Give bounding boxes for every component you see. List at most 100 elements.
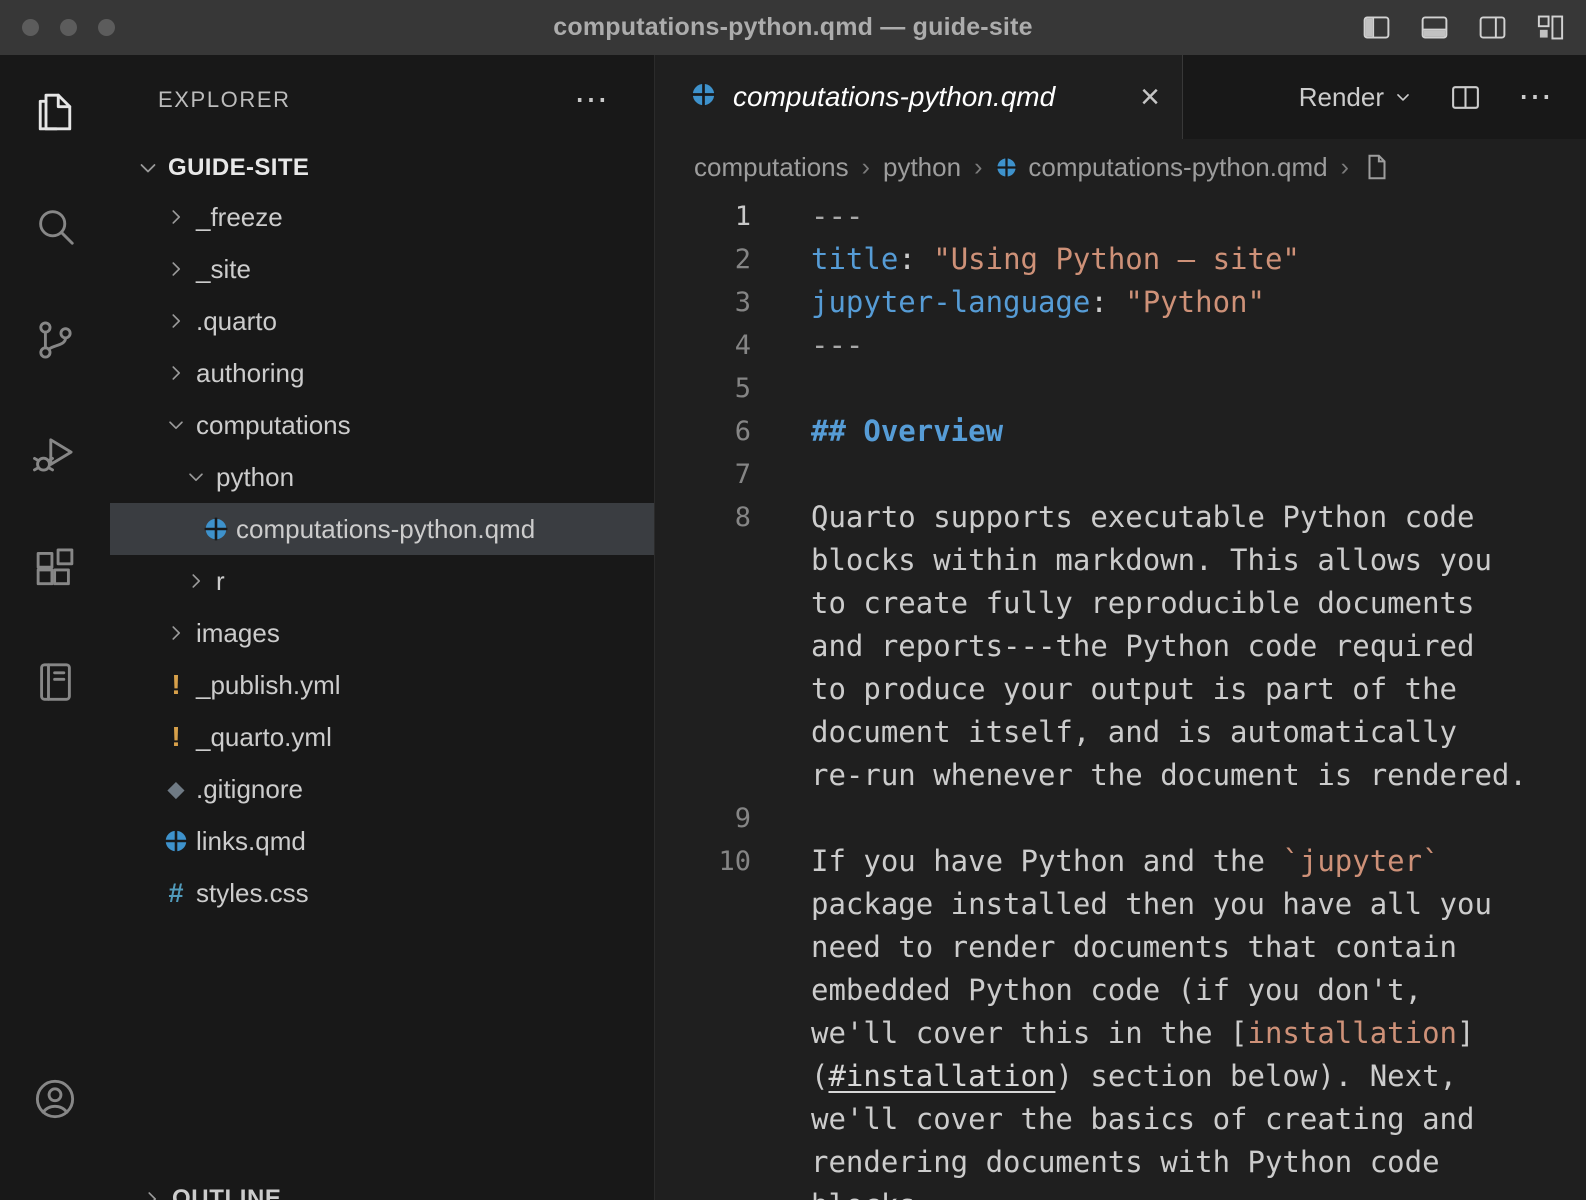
outline-section-header[interactable]: OUTLINE [110,1176,282,1200]
render-label: Render [1299,82,1384,113]
code-row[interactable]: rendering documents with Python code [656,1141,1586,1184]
minimize-window-button[interactable] [60,19,77,36]
source-control-icon[interactable] [32,317,78,363]
line-number[interactable] [656,969,751,1012]
tree-file-_quarto.yml[interactable]: !_quarto.yml [110,711,654,763]
line-number[interactable]: 5 [656,367,751,410]
code-row[interactable]: (#installation) section below). Next, [656,1055,1586,1098]
tree-file-.gitignore[interactable]: ◆.gitignore [110,763,654,815]
code-row[interactable]: blocks within markdown. This allows you [656,539,1586,582]
close-tab-icon[interactable]: × [1140,80,1160,114]
code-row[interactable]: we'll cover the basics of creating and [656,1098,1586,1141]
breadcrumb-python[interactable]: python [883,152,961,183]
line-number[interactable] [656,1098,751,1141]
line-number[interactable]: 3 [656,281,751,324]
toggle-primary-sidebar-icon[interactable] [1361,12,1392,43]
extensions-icon[interactable] [32,545,78,591]
explorer-icon[interactable] [32,89,78,135]
line-number[interactable] [656,1012,751,1055]
tree-folder-authoring[interactable]: authoring [110,347,654,399]
code-row[interactable]: and reports---the Python code required [656,625,1586,668]
code-row[interactable]: re-run whenever the document is rendered… [656,754,1586,797]
line-number[interactable] [656,668,751,711]
line-number[interactable] [656,625,751,668]
tree-root-guide-site[interactable]: GUIDE-SITE [110,145,654,191]
code-row[interactable]: 10If you have Python and the `jupyter` [656,840,1586,883]
line-number[interactable] [656,1055,751,1098]
code-line: need to render documents that contain [811,926,1457,969]
code-row[interactable]: to produce your output is part of the [656,668,1586,711]
line-number[interactable]: 2 [656,238,751,281]
code-row[interactable]: 1--- [656,195,1586,238]
line-number[interactable]: 8 [656,496,751,539]
line-number[interactable]: 6 [656,410,751,453]
titlebar-layout-icons [1361,0,1566,55]
code-line: to produce your output is part of the [811,668,1457,711]
tree-folder-_freeze[interactable]: _freeze [110,191,654,243]
window-title: computations-python.qmd — guide-site [553,13,1032,42]
zoom-window-button[interactable] [98,19,115,36]
code-line: re-run whenever the document is rendered… [811,754,1527,797]
tree-file-computations-python.qmd[interactable]: computations-python.qmd [110,503,654,555]
toggle-panel-icon[interactable] [1419,12,1450,43]
code-row[interactable]: need to render documents that contain [656,926,1586,969]
line-number[interactable] [656,754,751,797]
code-row[interactable]: we'll cover this in the [installation] [656,1012,1586,1055]
code-row[interactable]: 8Quarto supports executable Python code [656,496,1586,539]
code-area[interactable]: 1---2title: "Using Python — site"3jupyte… [656,195,1586,1200]
split-editor-icon[interactable] [1449,81,1482,114]
editor: computations-python.qmd × Render ⋯ compu… [656,55,1586,1200]
account-icon[interactable] [32,1076,78,1122]
line-number[interactable] [656,711,751,754]
tree-item-label: _site [196,254,251,285]
chevron-down-icon [1393,87,1413,107]
tree-folder-.quarto[interactable]: .quarto [110,295,654,347]
line-number[interactable]: 10 [656,840,751,883]
explorer-more-actions-icon[interactable]: ⋯ [574,80,610,120]
render-button[interactable]: Render [1299,82,1413,113]
close-window-button[interactable] [22,19,39,36]
code-row[interactable]: 5 [656,367,1586,410]
line-number[interactable] [656,1141,751,1184]
run-debug-icon[interactable] [32,431,78,477]
line-number[interactable] [656,582,751,625]
editor-more-actions-icon[interactable]: ⋯ [1518,77,1554,117]
code-line: package installed then you have all you [811,883,1492,926]
code-row[interactable]: 9 [656,797,1586,840]
breadcrumb-computations[interactable]: computations [694,152,849,183]
code-row[interactable]: document itself, and is automatically [656,711,1586,754]
code-row[interactable]: 4--- [656,324,1586,367]
line-number[interactable]: 9 [656,797,751,840]
line-number[interactable] [656,926,751,969]
line-number[interactable]: 4 [656,324,751,367]
tree-file-_publish.yml[interactable]: !_publish.yml [110,659,654,711]
code-row[interactable]: 2title: "Using Python — site" [656,238,1586,281]
tree-folder-python[interactable]: python [110,451,654,503]
chevron-down-icon [132,156,164,180]
code-row[interactable]: package installed then you have all you [656,883,1586,926]
tree-folder-images[interactable]: images [110,607,654,659]
tree-folder-computations[interactable]: computations [110,399,654,451]
line-number[interactable]: 7 [656,453,751,496]
code-row[interactable]: 6## Overview [656,410,1586,453]
tree-file-links.qmd[interactable]: links.qmd [110,815,654,867]
tree-folder-_site[interactable]: _site [110,243,654,295]
notebook-icon[interactable] [32,659,78,705]
breadcrumb-computations-python.qmd[interactable]: computations-python.qmd [995,152,1327,183]
line-number[interactable] [656,883,751,926]
customize-layout-icon[interactable] [1535,12,1566,43]
line-number[interactable]: 1 [656,195,751,238]
tab-computations-python-qmd[interactable]: computations-python.qmd × [656,55,1183,139]
line-number[interactable] [656,539,751,582]
line-number[interactable] [656,1184,751,1200]
code-row[interactable]: 3jupyter-language: "Python" [656,281,1586,324]
tree-file-styles.css[interactable]: #styles.css [110,867,654,919]
traffic-lights [22,0,115,55]
toggle-secondary-sidebar-icon[interactable] [1477,12,1508,43]
code-row[interactable]: embedded Python code (if you don't, [656,969,1586,1012]
code-row[interactable]: to create fully reproducible documents [656,582,1586,625]
code-row[interactable]: 7 [656,453,1586,496]
code-row[interactable]: blocks. [656,1184,1586,1200]
tree-folder-r[interactable]: r [110,555,654,607]
search-icon[interactable] [32,203,78,249]
